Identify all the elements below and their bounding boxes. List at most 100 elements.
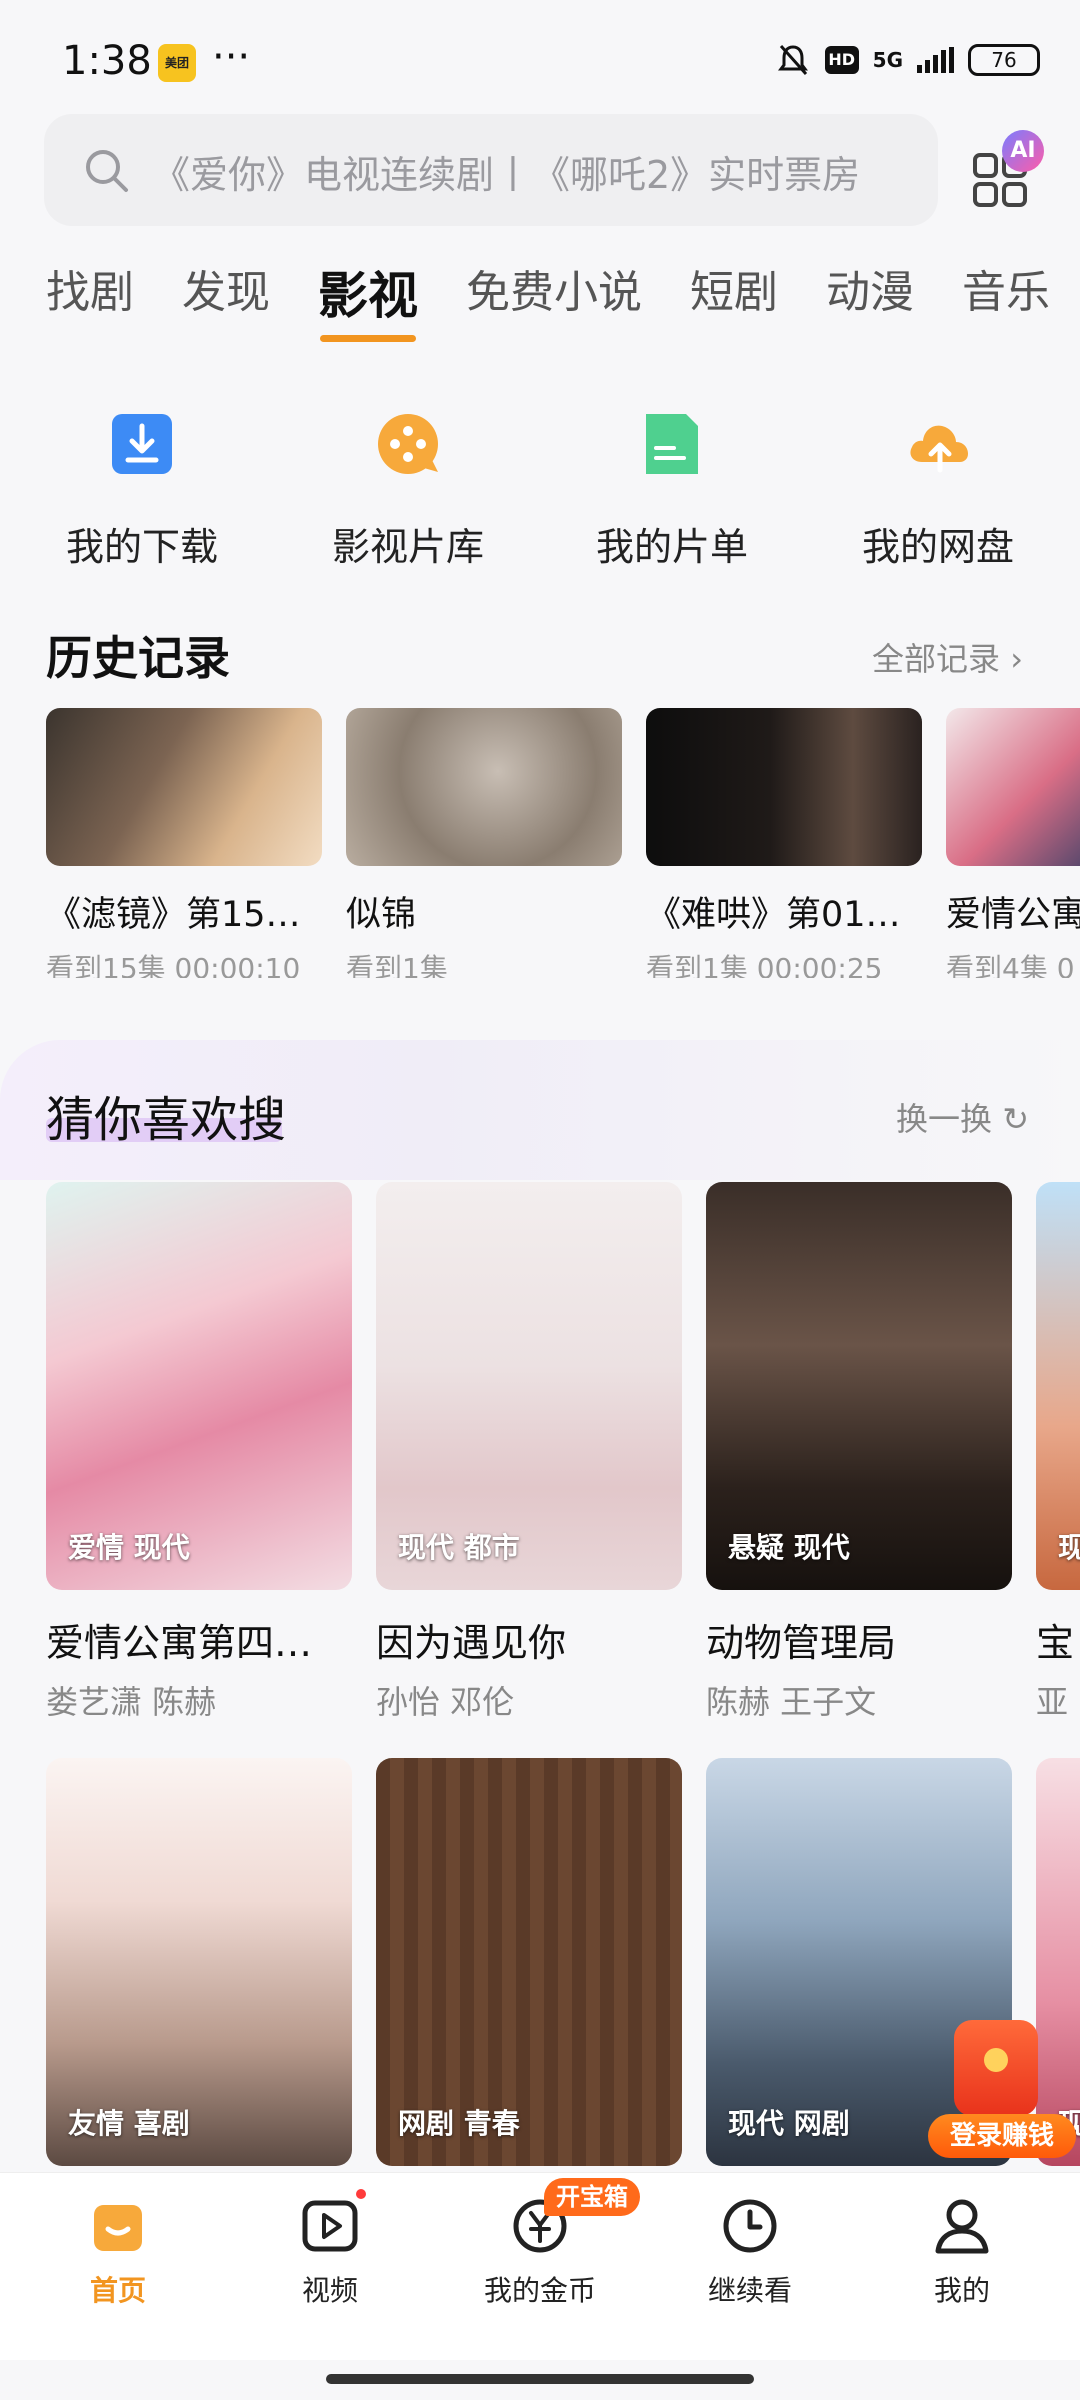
nav-me[interactable]: 我的 xyxy=(872,2195,1052,2309)
quick-actions: 我的下载 影视片库 我的片单 我的网盘 xyxy=(0,400,1080,570)
bottom-navigation: 首页 视频 我的金币 继续看 我的 xyxy=(0,2172,1080,2360)
quick-action-label: 影视片库 xyxy=(331,525,484,569)
all-history-label: 全部记录 xyxy=(872,640,1001,678)
recommend-card[interactable]: 现 宝 亚 xyxy=(1036,1182,1080,1723)
ai-badge: AI xyxy=(1002,130,1044,172)
recommend-card[interactable]: 现代 都市 因为遇见你 孙怡 邓伦 xyxy=(376,1182,682,1723)
history-item-progress: 看到1集 xyxy=(346,952,448,978)
history-item[interactable]: 似锦 看到1集 xyxy=(346,708,622,978)
history-item-progress: 看到4集 0 xyxy=(946,952,1075,978)
nav-label: 我的 xyxy=(933,2274,990,2307)
notification-dot xyxy=(356,2189,366,2199)
bell-muted-icon xyxy=(777,45,808,75)
status-right-icons: HD 5G 76 xyxy=(775,40,1040,80)
poster-image: 友情 喜剧 xyxy=(46,1758,352,2166)
history-thumbnail xyxy=(346,708,622,866)
my-playlist-button[interactable]: 我的片单 xyxy=(552,400,792,571)
film-reel-icon xyxy=(378,414,438,474)
search-placeholder: 《爱你》电视连续剧丨《哪吒2》实时票房 xyxy=(152,153,861,197)
tab-find-drama[interactable]: 找剧 xyxy=(46,256,134,328)
open-chest-badge[interactable]: 开宝箱 xyxy=(544,2178,640,2216)
tab-music[interactable]: 音乐 xyxy=(962,256,1050,328)
genre-tags: 友情 喜剧 xyxy=(68,2107,190,2140)
genre-tags: 网剧 青春 xyxy=(398,2107,520,2140)
poster-image: 现代 都市 xyxy=(376,1182,682,1590)
tab-anime[interactable]: 动漫 xyxy=(826,256,914,328)
network-label: 5G xyxy=(872,48,903,72)
cloud-upload-icon xyxy=(910,425,968,473)
poster-image: 现 xyxy=(1036,1182,1080,1590)
genre-tags: 爱情 现代 xyxy=(68,1531,190,1564)
status-time: 1:38 xyxy=(62,38,152,84)
my-cloud-drive-button[interactable]: 我的网盘 xyxy=(818,400,1058,571)
nav-label: 视频 xyxy=(301,2274,358,2307)
history-title: 历史记录 xyxy=(46,631,230,685)
genre-tags: 现代 网剧 xyxy=(728,2107,850,2140)
video-icon xyxy=(300,2189,366,2255)
tab-discover[interactable]: 发现 xyxy=(182,256,270,328)
card-cast: 亚 xyxy=(1036,1683,1069,1721)
recommend-row: 友情 喜剧 网剧 青春 现代 网剧 现 xyxy=(46,1758,1080,2168)
card-cast: 娄艺潇 陈赫 xyxy=(46,1683,217,1721)
history-item-title: 爱情公寓 xyxy=(946,895,1080,935)
recommend-row: 爱情 现代 爱情公寓第四… 娄艺潇 陈赫 现代 都市 因为遇见你 孙怡 邓伦 悬… xyxy=(46,1182,1080,1742)
history-thumbnail xyxy=(946,708,1080,866)
poster-image: 悬疑 现代 xyxy=(706,1182,1012,1590)
battery-icon: 76 xyxy=(968,44,1040,76)
gesture-home-bar[interactable] xyxy=(326,2374,754,2384)
recommend-card[interactable]: 友情 喜剧 xyxy=(46,1758,352,2166)
chevron-right-icon: › xyxy=(1010,640,1023,678)
nav-continue-watching[interactable]: 继续看 xyxy=(660,2195,840,2309)
recommend-title: 猜你喜欢搜 xyxy=(46,1092,287,1148)
tab-short-drama[interactable]: 短剧 xyxy=(690,256,778,328)
red-packet-icon xyxy=(954,2020,1038,2116)
meituan-app-icon: 美团 xyxy=(158,44,196,82)
poster-image: 爱情 现代 xyxy=(46,1182,352,1590)
genre-tags: 现代 都市 xyxy=(398,1531,520,1564)
recommend-card[interactable]: 爱情 现代 爱情公寓第四… 娄艺潇 陈赫 xyxy=(46,1182,352,1723)
refresh-button[interactable]: 换一换 ↻ xyxy=(896,1094,1029,1140)
more-notifications-icon: ··· xyxy=(212,34,251,80)
genre-tags: 现 xyxy=(1058,1531,1080,1564)
quick-action-label: 我的下载 xyxy=(65,525,218,569)
status-bar: 1:38 美团 ··· HD 5G 76 xyxy=(0,0,1080,110)
history-thumbnail xyxy=(46,708,322,866)
signal-bars-icon xyxy=(917,47,954,73)
recommend-card[interactable]: 网剧 青春 xyxy=(376,1758,682,2166)
nav-label: 我的金币 xyxy=(483,2274,596,2307)
history-item-title: 《滤镜》第15… xyxy=(46,895,301,935)
search-bar[interactable]: 《爱你》电视连续剧丨《哪吒2》实时票房 xyxy=(44,114,938,226)
history-item-title: 似锦 xyxy=(346,895,417,935)
tab-film-tv[interactable]: 影视 xyxy=(318,256,418,342)
quick-action-label: 我的片单 xyxy=(595,525,748,569)
nav-label: 继续看 xyxy=(707,2274,792,2307)
card-title: 宝 xyxy=(1036,1621,1075,1665)
category-tabs: 找剧 发现 影视 免费小说 短剧 动漫 音乐 xyxy=(46,256,1080,342)
card-title: 爱情公寓第四… xyxy=(46,1621,313,1665)
nav-label: 首页 xyxy=(89,2274,146,2307)
history-thumbnail xyxy=(646,708,922,866)
recommend-card[interactable]: 悬疑 现代 动物管理局 陈赫 王子文 xyxy=(706,1182,1012,1723)
promo-label: 登录赚钱 xyxy=(928,2114,1076,2158)
history-item-progress: 看到1集 00:00:25 xyxy=(646,952,883,978)
card-cast: 孙怡 邓伦 xyxy=(376,1683,515,1721)
my-downloads-button[interactable]: 我的下载 xyxy=(22,400,262,571)
user-icon xyxy=(932,2195,992,2255)
quick-action-label: 我的网盘 xyxy=(861,525,1014,569)
history-item[interactable]: 爱情公寓 看到4集 0 xyxy=(946,708,1080,978)
tab-free-novels[interactable]: 免费小说 xyxy=(466,256,642,328)
nav-home[interactable]: 首页 xyxy=(28,2195,208,2309)
ai-apps-button[interactable]: AI xyxy=(968,130,1054,216)
search-icon xyxy=(86,150,128,192)
film-library-button[interactable]: 影视片库 xyxy=(288,400,528,571)
history-item[interactable]: 《滤镜》第15… 看到15集 00:00:10 xyxy=(46,708,322,978)
list-icon xyxy=(646,414,698,474)
card-title: 动物管理局 xyxy=(706,1621,897,1665)
clock-icon xyxy=(720,2195,780,2255)
card-cast: 陈赫 王子文 xyxy=(706,1683,877,1721)
nav-video[interactable]: 视频 xyxy=(240,2189,420,2309)
all-history-link[interactable]: 全部记录 › xyxy=(872,634,1023,680)
login-earn-promo[interactable]: 登录赚钱 xyxy=(928,2020,1078,2170)
genre-tags: 悬疑 现代 xyxy=(728,1531,850,1564)
history-item[interactable]: 《难哄》第01… 看到1集 00:00:25 xyxy=(646,708,922,978)
